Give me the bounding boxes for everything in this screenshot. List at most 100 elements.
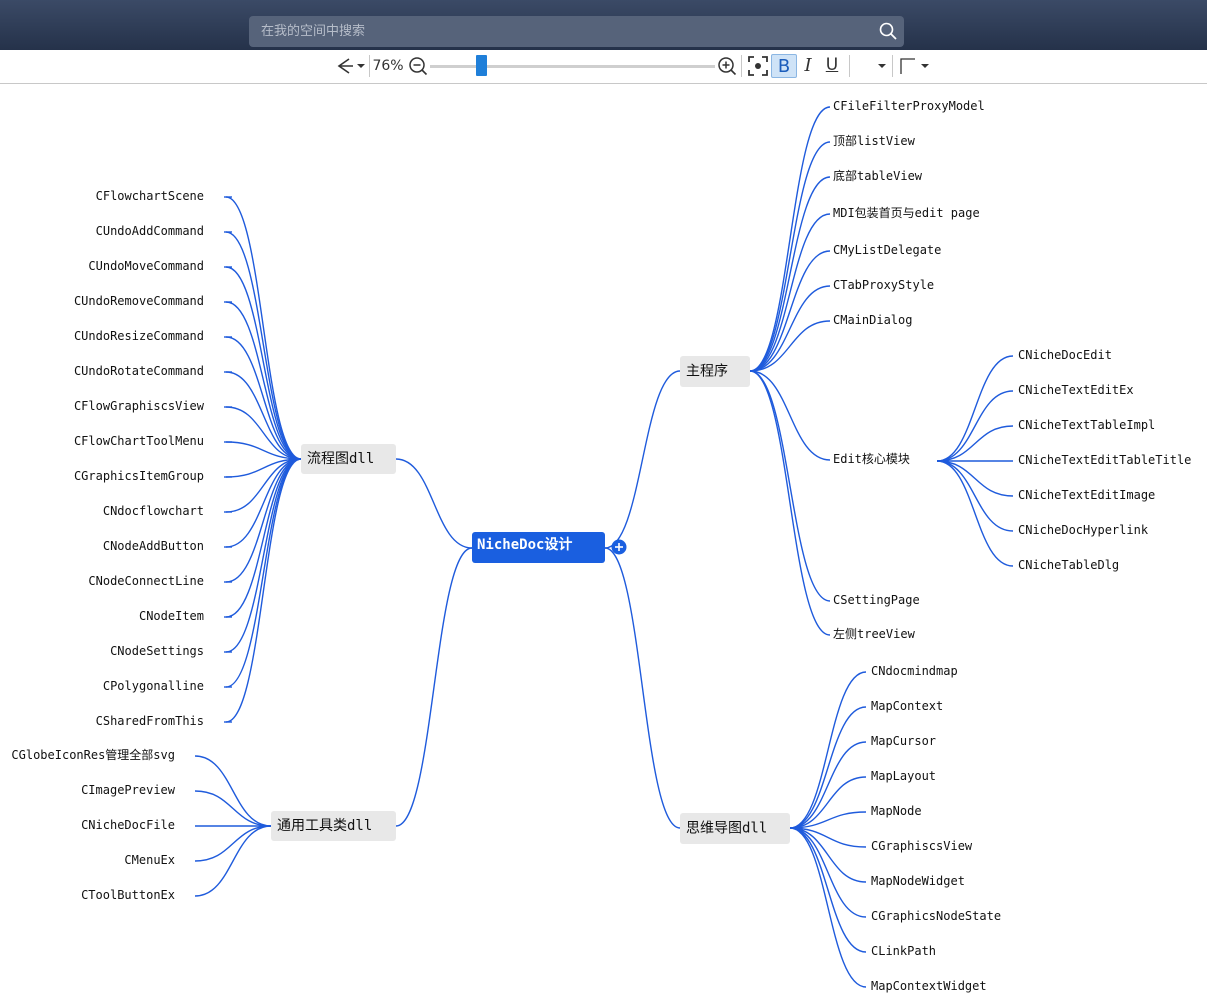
flowchart-child[interactable]: CGraphicsItemGroup (74, 469, 204, 483)
mindmap-child[interactable]: CLinkPath (871, 944, 936, 958)
main-child[interactable]: CSettingPage (833, 593, 920, 607)
main-child[interactable]: 左侧treeView (833, 626, 916, 641)
flowchart-child[interactable]: CFlowChartToolMenu (74, 434, 204, 448)
edit-module-child[interactable]: CNicheDocEdit (1018, 348, 1112, 362)
edge-main-child (749, 106, 831, 372)
branch-node-mindmap-label[interactable]: 思维导图dll (686, 821, 767, 837)
zoom-in-icon[interactable] (717, 56, 737, 76)
edge-edit-child (936, 355, 1014, 462)
edge-flowchart-child (225, 458, 302, 688)
flowchart-child[interactable]: CNodeAddButton (103, 539, 204, 553)
tools-child[interactable]: CMenuEx (124, 853, 175, 867)
font-color-dropdown-icon[interactable] (876, 61, 888, 71)
edge-main-child (749, 370, 831, 636)
edge-flowchart-child (225, 458, 302, 653)
edge-main-child (749, 141, 831, 372)
zoom-slider-track[interactable] (430, 65, 715, 68)
main-child[interactable]: MDI包装首页与edit page (833, 206, 980, 220)
edge-root-tools (395, 547, 473, 827)
search-input[interactable] (261, 16, 861, 47)
edge-edit-child (936, 460, 1014, 497)
main-child[interactable]: CMyListDelegate (833, 243, 941, 257)
edge-flowchart-child (225, 266, 302, 460)
search-box[interactable] (249, 16, 904, 47)
branch-node-main-label[interactable]: 主程序 (686, 364, 728, 380)
edit-module-child[interactable]: CNicheTextEditTableTitle (1018, 453, 1191, 467)
edge-flowchart-child (225, 458, 302, 723)
tools-child[interactable]: CGlobeIconRes管理全部svg (11, 747, 175, 762)
border-style-icon[interactable] (898, 56, 932, 76)
tools-child[interactable]: CToolButtonEx (81, 888, 175, 902)
edit-module-child[interactable]: CNicheTextEditEx (1018, 383, 1134, 397)
edge-mindmap-child (789, 827, 867, 918)
edit-module-child[interactable]: CNicheTableDlg (1018, 558, 1119, 572)
mindmap-child[interactable]: CNdocmindmap (871, 664, 958, 678)
zoom-level-label: 76% (372, 58, 404, 74)
mindmap-child[interactable]: MapNode (871, 804, 922, 818)
mindmap-child[interactable]: MapNodeWidget (871, 874, 965, 888)
mindmap-canvas[interactable]: NicheDoc设计 流程图dll 通用工具类dll 主程序思维导图dll CFlowc… (0, 84, 1207, 1000)
tools-child[interactable]: CNicheDocFile (81, 818, 175, 832)
edge-main-child (749, 370, 831, 461)
edge-flowchart-child (225, 371, 302, 460)
edge-mindmap-child (789, 827, 867, 988)
flowchart-child[interactable]: CUndoResizeCommand (74, 329, 204, 343)
flowchart-child[interactable]: CNodeConnectLine (88, 574, 204, 588)
edit-module-child[interactable]: CNicheTextTableImpl (1018, 418, 1155, 432)
zoom-out-icon[interactable] (408, 56, 428, 76)
edge-root-flowchart (395, 458, 473, 549)
flowchart-child[interactable]: CNodeItem (139, 609, 204, 623)
edge-edit-child (936, 390, 1014, 462)
main-child[interactable]: Edit核心模块 (833, 452, 910, 466)
fit-view-icon[interactable] (747, 55, 769, 77)
edge-flowchart-child (225, 458, 302, 583)
root-node-label[interactable]: NicheDoc设计 (477, 536, 572, 553)
tools-child[interactable]: CImagePreview (81, 783, 176, 797)
main-child[interactable]: CFileFilterProxyModel (833, 99, 985, 113)
zoom-slider-thumb[interactable] (476, 55, 487, 76)
edge-edit-child (936, 425, 1014, 462)
edge-main-child (749, 370, 831, 602)
main-child[interactable]: 底部tableView (833, 168, 923, 183)
edge-flowchart-child (225, 196, 302, 460)
mindmap-child[interactable]: CGraphiscsView (871, 839, 973, 853)
flowchart-child[interactable]: CFlowchartScene (96, 189, 204, 203)
mindmap-child[interactable]: MapContext (871, 699, 943, 713)
flowchart-child[interactable]: CNodeSettings (110, 644, 204, 658)
edge-main-child (749, 285, 831, 372)
main-child[interactable]: CMainDialog (833, 313, 912, 327)
flowchart-child[interactable]: CFlowGraphiscsView (74, 399, 205, 413)
edge-main-child (749, 176, 831, 372)
edit-module-child[interactable]: CNicheDocHyperlink (1018, 523, 1149, 537)
branch-node-flowchart-label[interactable]: 流程图dll (307, 451, 374, 467)
title-bar (0, 0, 1207, 50)
flowchart-child[interactable]: CUndoRotateCommand (74, 364, 204, 378)
expand-plus-icon[interactable] (611, 539, 627, 555)
italic-button[interactable]: I (797, 54, 819, 76)
bold-button[interactable]: B (771, 54, 797, 78)
mindmap-child[interactable]: CGraphicsNodeState (871, 909, 1001, 923)
edit-module-child[interactable]: CNicheTextEditImage (1018, 488, 1155, 502)
edge-tools-child (194, 790, 272, 827)
flowchart-child[interactable]: CPolygonalline (103, 679, 204, 693)
main-child[interactable]: 顶部listView (833, 133, 916, 148)
underline-button[interactable]: U (821, 54, 843, 76)
mindmap-child[interactable]: MapContextWidget (871, 979, 987, 993)
branch-node-tools-label[interactable]: 通用工具类dll (277, 818, 372, 834)
edge-edit-child (936, 460, 1014, 567)
edge-edit-child (936, 460, 1014, 532)
edge-root-main (604, 370, 681, 549)
edge-root-mindmap (604, 547, 681, 829)
back-arrow-icon[interactable] (333, 56, 369, 76)
edge-tools-child (194, 755, 272, 827)
edge-mindmap-child (789, 671, 867, 829)
mindmap-child[interactable]: MapCursor (871, 734, 936, 748)
search-icon[interactable] (878, 21, 898, 41)
flowchart-child[interactable]: CSharedFromThis (96, 714, 204, 728)
flowchart-child[interactable]: CUndoMoveCommand (88, 259, 204, 273)
main-child[interactable]: CTabProxyStyle (833, 278, 934, 292)
flowchart-child[interactable]: CUndoRemoveCommand (74, 294, 204, 308)
mindmap-child[interactable]: MapLayout (871, 769, 936, 783)
flowchart-child[interactable]: CUndoAddCommand (96, 224, 204, 238)
flowchart-child[interactable]: CNdocflowchart (103, 504, 204, 518)
